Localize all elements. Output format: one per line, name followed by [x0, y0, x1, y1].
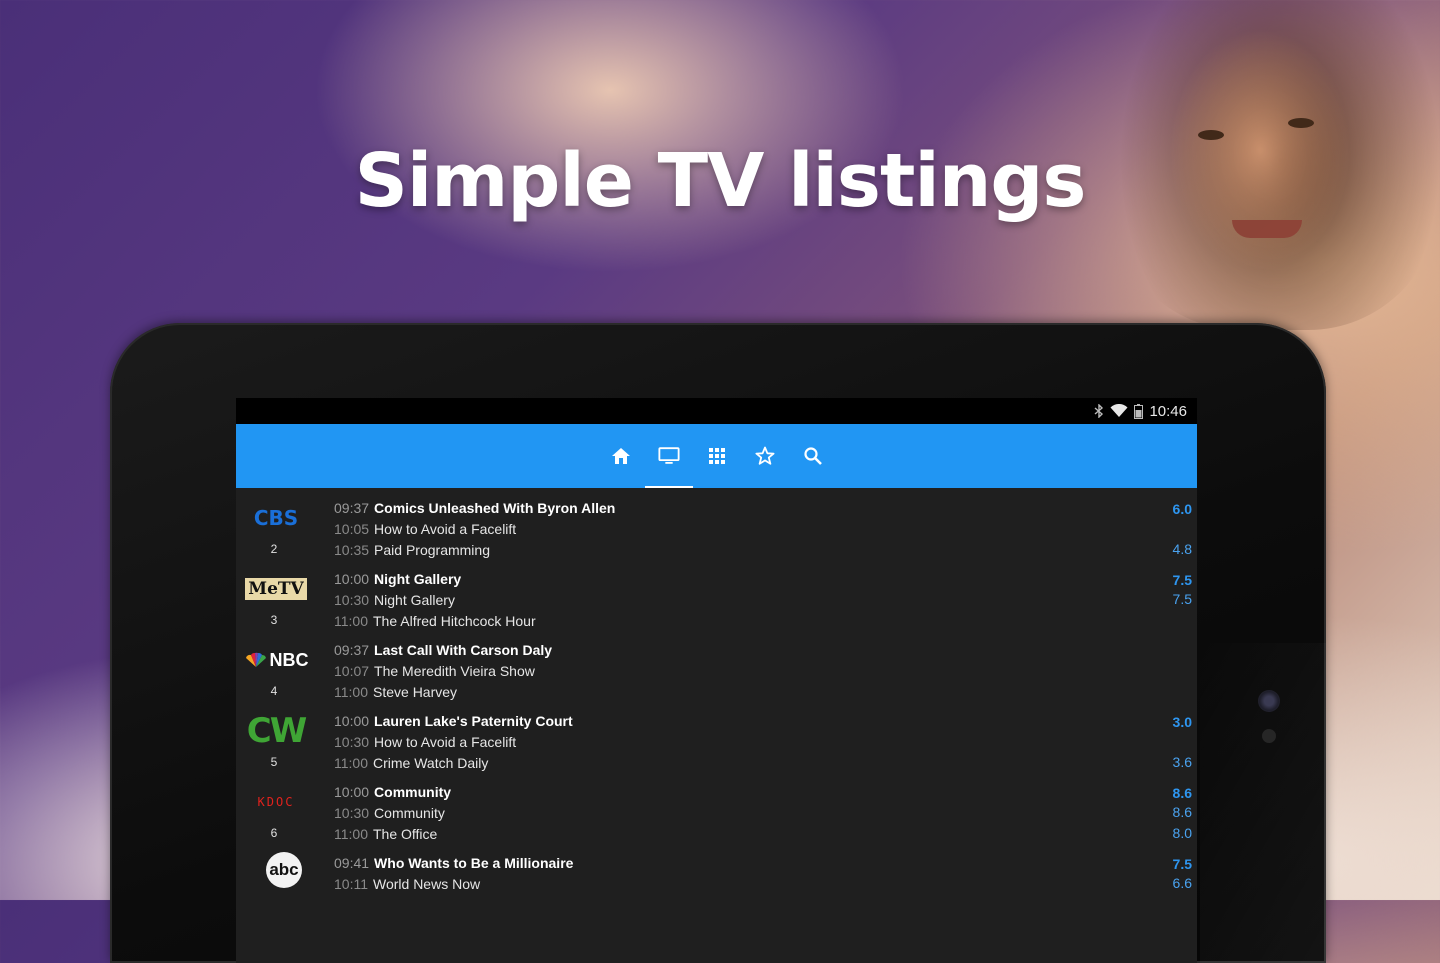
home-icon[interactable] — [610, 445, 632, 467]
cw-logo-icon: CW — [246, 711, 307, 751]
channel-listing: CBS 2 09:37 Comics Unleashed With Byron A… — [236, 488, 1197, 924]
rating: 4.8 — [1172, 541, 1192, 557]
battery-icon — [1134, 403, 1144, 419]
program-item[interactable]: 11:00 The Office — [334, 824, 1197, 845]
program-item[interactable]: 11:00 Crime Watch Daily — [334, 753, 1197, 774]
program-item[interactable]: 10:00 Lauren Lake's Paternity Court — [334, 711, 1197, 732]
program-item[interactable]: 09:41 Who Wants to Be a Millionaire — [334, 853, 1197, 874]
channel-number: 6 — [270, 826, 278, 840]
program-item[interactable]: 11:00 Steve Harvey — [334, 682, 1197, 703]
search-icon[interactable] — [802, 445, 824, 467]
channel-number: 2 — [270, 542, 278, 556]
program-item[interactable]: 10:00 Night Gallery — [334, 569, 1197, 590]
program-item[interactable]: 10:30 Night Gallery — [334, 590, 1197, 611]
channel-row[interactable]: CW 5 10:00 Lauren Lake's Paternity Court … — [236, 711, 1197, 782]
program-item[interactable]: 10:35 Paid Programming — [334, 540, 1197, 561]
channel-row[interactable]: MeTV 3 10:00 Night Gallery 10:30 Night Gal… — [236, 569, 1197, 640]
rating: 7.5 — [1172, 572, 1192, 588]
tv-icon[interactable] — [644, 445, 693, 488]
rating: 7.5 — [1172, 856, 1192, 872]
rating: 8.0 — [1172, 825, 1192, 841]
rating: 3.0 — [1172, 714, 1192, 730]
program-item[interactable]: 10:00 Community — [334, 782, 1197, 803]
program-item[interactable]: 10:30 Community — [334, 803, 1197, 824]
promo-portrait — [1110, 0, 1440, 330]
tablet-frame: 10:46 CBS 2 09:37 Comics Unleashed With … — [110, 323, 1326, 963]
abc-logo-icon: abc — [240, 852, 312, 888]
wifi-icon — [1110, 404, 1128, 418]
rating: 6.6 — [1172, 875, 1192, 891]
channel-number: 3 — [270, 613, 278, 627]
program-item[interactable]: 10:07 The Meredith Vieira Show — [334, 661, 1197, 682]
cbs-logo-icon: CBS — [253, 506, 299, 530]
program-item[interactable]: 10:11 World News Now — [334, 874, 1197, 895]
rating: 8.6 — [1172, 785, 1192, 801]
channel-row[interactable]: KDOC 6 10:00 Community 10:30 Community 11:… — [236, 782, 1197, 853]
rating: 6.0 — [1172, 501, 1192, 517]
rating: 7.5 — [1172, 591, 1192, 607]
program-item[interactable]: 10:05 How to Avoid a Facelift — [334, 519, 1197, 540]
star-icon[interactable] — [754, 445, 776, 467]
channel-row[interactable]: abc 09:41 Who Wants to Be a Millionaire 1… — [236, 852, 1197, 924]
channel-number: 4 — [270, 684, 278, 698]
program-item[interactable]: 09:37 Last Call With Carson Daly — [334, 640, 1197, 661]
sensor-dot — [1262, 729, 1276, 743]
status-time: 10:46 — [1149, 402, 1187, 420]
metv-logo-icon: MeTV — [240, 575, 312, 603]
camera-icon — [1258, 690, 1280, 712]
bluetooth-icon — [1094, 404, 1104, 418]
status-bar: 10:46 — [236, 398, 1197, 424]
app-screen: 10:46 CBS 2 09:37 Comics Unleashed With … — [236, 398, 1197, 963]
program-item[interactable]: 09:37 Comics Unleashed With Byron Allen — [334, 498, 1197, 519]
program-item[interactable]: 11:00 The Alfred Hitchcock Hour — [334, 611, 1197, 632]
nbc-logo-icon: NBC — [240, 646, 312, 674]
channel-row[interactable]: NBC 4 09:37 Last Call With Carson Daly 10… — [236, 640, 1197, 711]
program-item[interactable]: 10:30 How to Avoid a Facelift — [334, 732, 1197, 753]
rating: 8.6 — [1172, 804, 1192, 820]
channel-row[interactable]: CBS 2 09:37 Comics Unleashed With Byron A… — [236, 498, 1197, 569]
channel-number: 5 — [270, 755, 278, 769]
kdoc-logo-icon: KDOC — [257, 795, 295, 809]
grid-icon[interactable] — [706, 445, 728, 467]
rating: 3.6 — [1172, 754, 1192, 770]
app-toolbar — [236, 424, 1197, 488]
